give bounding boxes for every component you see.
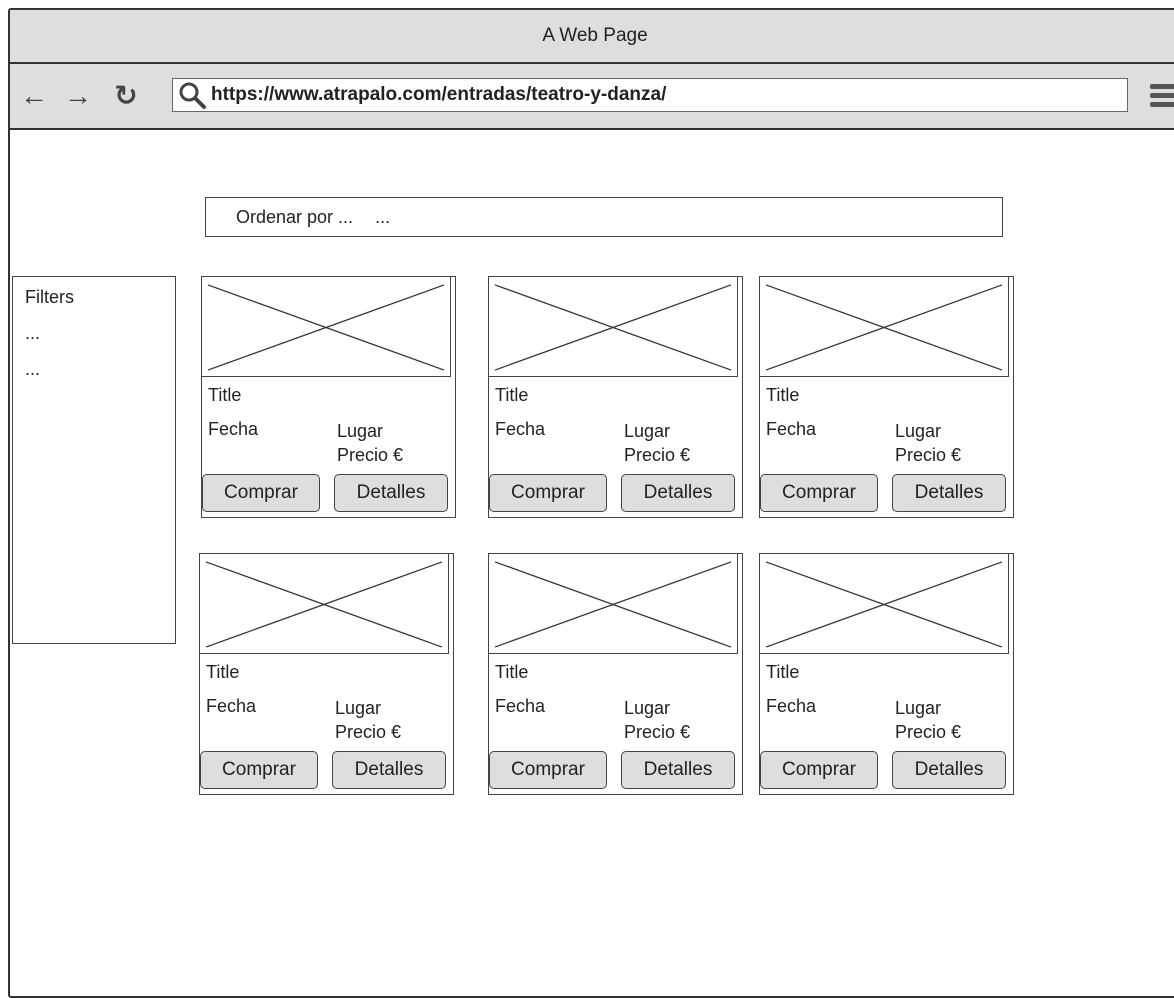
details-button[interactable]: Detalles [621, 474, 735, 512]
event-date: Fecha [495, 696, 546, 716]
buy-button[interactable]: Comprar [760, 474, 878, 512]
event-place-price: Lugar Precio € [624, 419, 690, 467]
event-place: Lugar [895, 698, 942, 718]
event-date: Fecha [206, 696, 257, 716]
event-card: Title Fecha Lugar Precio € Comprar Detal… [759, 553, 1014, 795]
filter-item[interactable]: ... [25, 315, 163, 351]
event-place-price: Lugar Precio € [335, 696, 401, 744]
buy-button[interactable]: Comprar [760, 751, 878, 789]
event-price: Precio € [337, 445, 404, 465]
event-price: Precio € [335, 722, 402, 742]
event-price: Precio € [624, 445, 691, 465]
event-date: Fecha [495, 419, 546, 439]
filter-item[interactable]: ... [25, 351, 163, 387]
window-title: A Web Page [542, 25, 648, 46]
details-button[interactable]: Detalles [332, 751, 446, 789]
address-bar[interactable] [172, 78, 1128, 112]
event-title: Title [766, 662, 800, 682]
details-button[interactable]: Detalles [334, 474, 448, 512]
filters-panel: Filters ... ... [12, 276, 176, 644]
event-place: Lugar [624, 421, 671, 441]
event-place: Lugar [335, 698, 382, 718]
event-place: Lugar [337, 421, 384, 441]
event-place-price: Lugar Precio € [895, 419, 961, 467]
image-placeholder [489, 554, 738, 654]
buy-button[interactable]: Comprar [200, 751, 318, 789]
sort-label: Ordenar por ... [236, 206, 354, 227]
arrow-right-icon[interactable]: → [60, 76, 96, 116]
details-button[interactable]: Detalles [892, 474, 1006, 512]
details-button[interactable]: Detalles [892, 751, 1006, 789]
event-place: Lugar [624, 698, 671, 718]
event-card: Title Fecha Lugar Precio € Comprar Detal… [759, 276, 1014, 518]
event-title: Title [495, 662, 529, 682]
event-title: Title [495, 385, 529, 405]
event-place-price: Lugar Precio € [895, 696, 961, 744]
event-date: Fecha [766, 419, 817, 439]
buy-button[interactable]: Comprar [202, 474, 320, 512]
event-date: Fecha [766, 696, 817, 716]
buy-button[interactable]: Comprar [489, 751, 607, 789]
event-card: Title Fecha Lugar Precio € Comprar Detal… [488, 276, 743, 518]
event-price: Precio € [895, 445, 962, 465]
sort-value: ... [375, 206, 391, 227]
event-card: Title Fecha Lugar Precio € Comprar Detal… [201, 276, 456, 518]
event-title: Title [208, 385, 242, 405]
event-card: Title Fecha Lugar Precio € Comprar Detal… [488, 553, 743, 795]
reload-icon[interactable]: ↻ [108, 76, 144, 116]
search-icon [179, 82, 206, 109]
window-titlebar: A Web Page [10, 10, 1174, 64]
filters-title: Filters [25, 287, 74, 307]
browser-navbar: ← → ↻ [10, 64, 1174, 130]
event-title: Title [206, 662, 240, 682]
event-card: Title Fecha Lugar Precio € Comprar Detal… [199, 553, 454, 795]
image-placeholder [200, 554, 449, 654]
hamburger-menu-icon[interactable] [1150, 84, 1174, 111]
url-input[interactable] [211, 84, 1127, 106]
event-place: Lugar [895, 421, 942, 441]
image-placeholder [760, 277, 1009, 377]
event-title: Title [766, 385, 800, 405]
image-placeholder [202, 277, 451, 377]
event-price: Precio € [895, 722, 962, 742]
arrow-left-icon[interactable]: ← [16, 76, 52, 116]
event-date: Fecha [208, 419, 259, 439]
image-placeholder [760, 554, 1009, 654]
buy-button[interactable]: Comprar [489, 474, 607, 512]
image-placeholder [489, 277, 738, 377]
sort-dropdown[interactable]: Ordenar por ... ... [205, 197, 1003, 237]
event-place-price: Lugar Precio € [624, 696, 690, 744]
event-place-price: Lugar Precio € [337, 419, 403, 467]
event-price: Precio € [624, 722, 691, 742]
details-button[interactable]: Detalles [621, 751, 735, 789]
